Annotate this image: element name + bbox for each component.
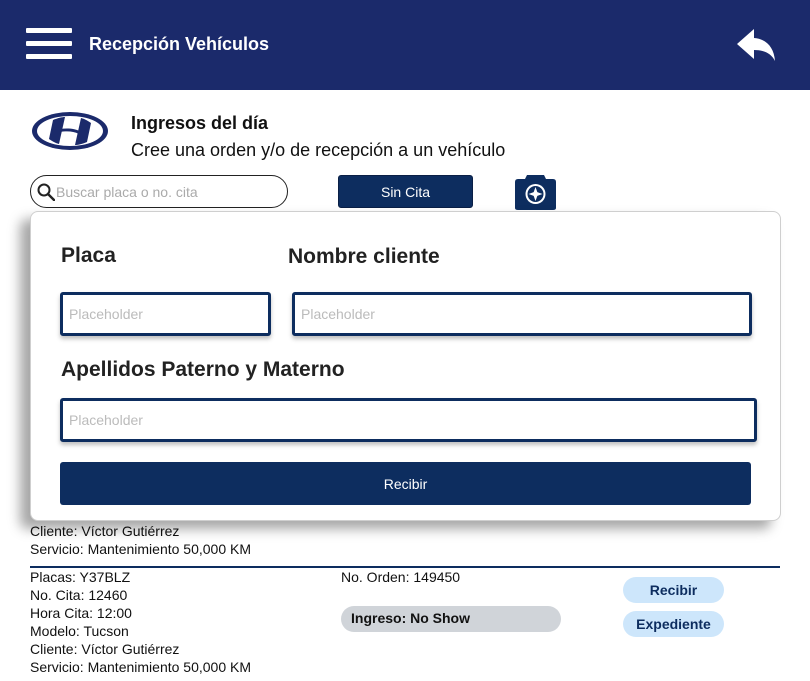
hamburger-menu-icon[interactable] xyxy=(26,28,72,60)
placa-label: Placa xyxy=(61,244,116,267)
search-icon xyxy=(37,183,55,201)
camera-icon[interactable] xyxy=(514,173,557,211)
nombre-cliente-input[interactable] xyxy=(292,292,752,336)
top-app-bar: Recepción Vehículos xyxy=(0,0,810,90)
page: Recepción Vehículos Ingresos del día Cre… xyxy=(0,0,810,681)
record-modelo: Modelo: Tucson xyxy=(30,623,129,639)
page-heading: Ingresos del día xyxy=(131,113,269,133)
sin-cita-button[interactable]: Sin Cita xyxy=(338,175,473,208)
record-details: Placas: Y37BLZ No. Cita: 12460 Hora Cita… xyxy=(30,568,251,676)
recibir-button[interactable]: Recibir xyxy=(623,577,724,603)
reception-form-modal: Placa Nombre cliente Apellidos Paterno y… xyxy=(30,211,781,521)
search-input[interactable] xyxy=(56,182,281,202)
record-placas: Placas: Y37BLZ xyxy=(30,569,131,585)
placa-input[interactable] xyxy=(60,292,271,336)
status-badge: Ingreso: No Show xyxy=(341,606,561,632)
page-subheading: Cree una orden y/o de recepción a un veh… xyxy=(131,140,506,160)
record-hora: Hora Cita: 12:00 xyxy=(30,605,132,621)
apellidos-input[interactable] xyxy=(60,398,757,442)
record-cliente: Cliente: Víctor Gutiérrez xyxy=(30,523,180,539)
list-item: Placas: Y37BLZ No. Cita: 12460 Hora Cita… xyxy=(30,568,780,680)
recibir-submit-button[interactable]: Recibir xyxy=(60,462,751,505)
record-cita: No. Cita: 12460 xyxy=(30,587,128,603)
apellidos-label: Apellidos Paterno y Materno xyxy=(61,358,345,381)
record-servicio: Servicio: Mantenimiento 50,000 KM xyxy=(30,541,251,557)
expediente-button[interactable]: Expediente xyxy=(623,611,724,637)
list-item: Cliente: Víctor Gutiérrez Servicio: Mant… xyxy=(30,522,780,558)
app-title: Recepción Vehículos xyxy=(89,34,270,54)
record-servicio: Servicio: Mantenimiento 50,000 KM xyxy=(30,659,251,675)
reply-arrow-icon[interactable] xyxy=(734,26,778,66)
nombre-cliente-label: Nombre cliente xyxy=(288,245,440,268)
record-cliente: Cliente: Víctor Gutiérrez xyxy=(30,641,180,657)
record-orden: No. Orden: 149450 xyxy=(341,569,461,585)
search-box xyxy=(30,175,288,208)
hyundai-logo xyxy=(30,110,110,152)
